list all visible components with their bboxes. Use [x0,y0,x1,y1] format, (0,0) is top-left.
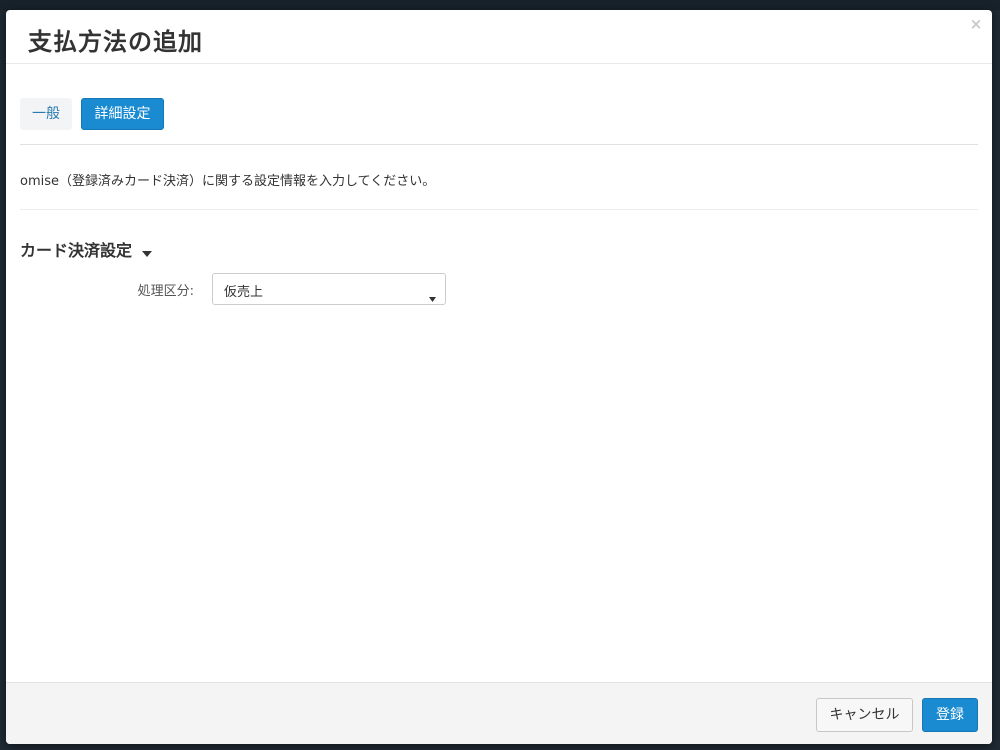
processing-type-label: 処理区分: [137,284,194,299]
caret-down-icon [142,242,153,261]
page-backdrop [0,0,1000,10]
close-icon[interactable]: × [968,16,984,32]
register-button[interactable]: 登録 [922,698,978,732]
divider [20,144,978,145]
section-heading: カード決済設定 [20,241,133,260]
description-text: omise（登録済みカード決済）に関する設定情報を入力してください。 [20,174,436,189]
chevron-down-icon [429,287,436,306]
divider [20,209,978,210]
tab-advanced-settings[interactable]: 詳細設定 [81,98,164,130]
modal-header: 支払方法の追加 × [6,10,992,64]
modal-title: 支払方法の追加 [28,28,203,56]
modal-footer: キャンセル 登録 [6,682,992,744]
card-settings-section-toggle[interactable]: カード決済設定 [20,237,153,261]
tab-general[interactable]: 一般 [20,98,72,130]
processing-type-value: 仮売上 [224,285,264,300]
processing-type-select[interactable]: 仮売上 [212,273,446,305]
cancel-button[interactable]: キャンセル [816,698,913,732]
payment-method-modal: 支払方法の追加 × 一般 詳細設定 omise（登録済みカード決済）に関する設定… [6,10,992,744]
